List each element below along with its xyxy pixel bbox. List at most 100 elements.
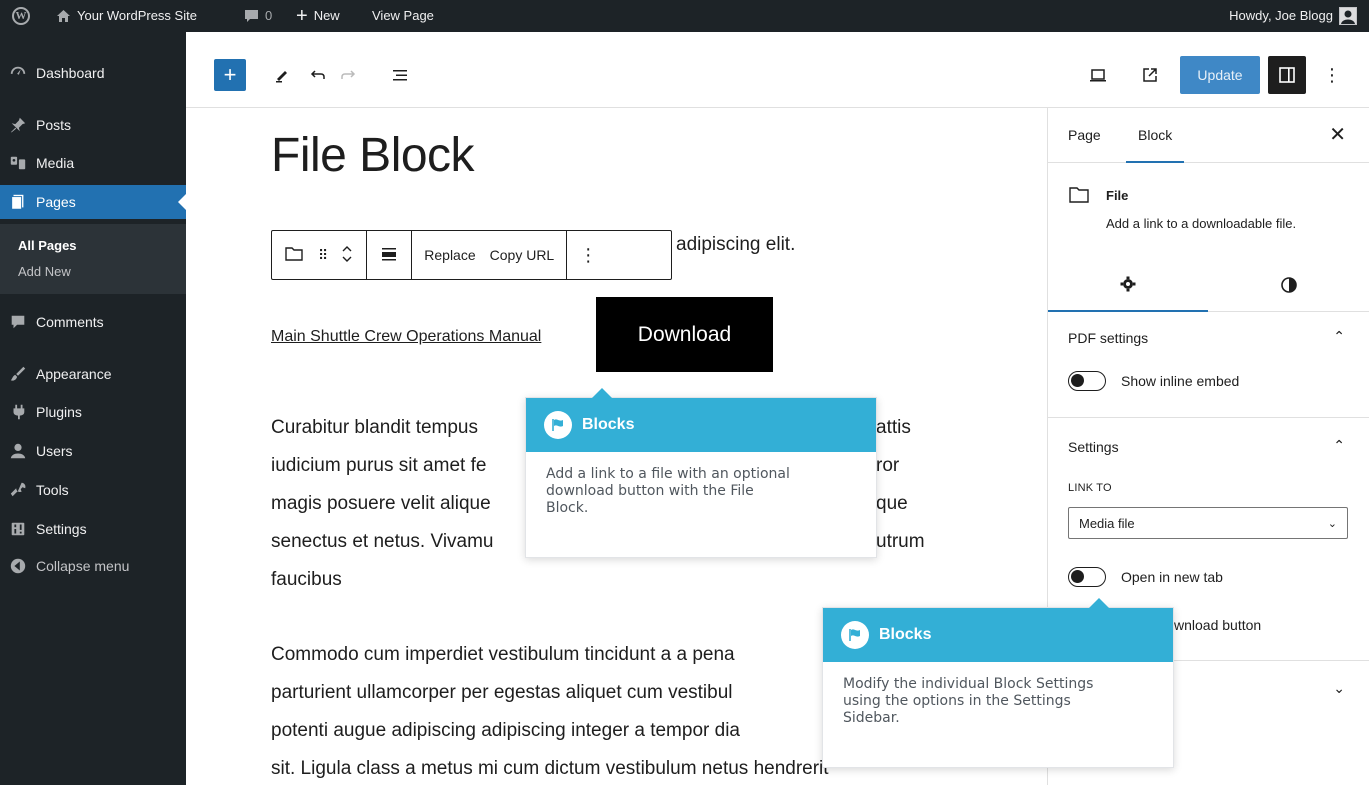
- options-menu-button[interactable]: ⋮: [1322, 61, 1342, 89]
- update-button[interactable]: Update: [1180, 56, 1260, 94]
- menu-item-tools[interactable]: Tools: [0, 473, 186, 507]
- paragraph-line[interactable]: iudicium purus sit amet fe: [271, 447, 486, 485]
- menu-label-appearance: Appearance: [36, 366, 112, 382]
- view-page-link[interactable]: View Page: [372, 0, 434, 32]
- pages-icon: [0, 193, 36, 211]
- new-content-link[interactable]: + New: [296, 0, 340, 32]
- paragraph-line[interactable]: parturient ullamcorper per egestas aliqu…: [271, 674, 733, 712]
- paragraph-line-end[interactable]: utrum: [876, 523, 925, 561]
- menu-item-users[interactable]: Users: [0, 434, 186, 468]
- download-button[interactable]: Download: [596, 297, 773, 372]
- menu-item-settings[interactable]: Settings: [0, 512, 186, 546]
- list-view-icon: [393, 70, 407, 81]
- comments-link[interactable]: 0: [244, 0, 272, 32]
- menu-item-dashboard[interactable]: Dashboard: [0, 56, 186, 90]
- sidebar-icon: [1279, 67, 1295, 83]
- close-icon[interactable]: ✕: [1329, 108, 1346, 163]
- link-to-label: LINK TO: [1068, 482, 1112, 494]
- plus-icon: +: [223, 62, 237, 87]
- align-icon[interactable]: [379, 246, 399, 265]
- paragraph-tail[interactable]: adipiscing elit.: [676, 226, 795, 264]
- brush-icon: [0, 365, 36, 383]
- submenu-add-new[interactable]: Add New: [18, 264, 71, 279]
- copy-url-button[interactable]: Copy URL: [490, 247, 555, 263]
- paragraph-line[interactable]: magis posuere velit alique: [271, 485, 491, 523]
- chevron-up-icon[interactable]: ⌃: [1333, 437, 1345, 454]
- paragraph-line[interactable]: Commodo cum imperdiet vestibulum tincidu…: [271, 636, 735, 674]
- block-toolbar-group-actions: Replace Copy URL: [412, 231, 568, 279]
- open-in-new-tab-toggle[interactable]: [1068, 567, 1106, 587]
- home-icon: [56, 9, 71, 23]
- folder-icon: [1068, 186, 1090, 209]
- tooltip-header: Blocks: [526, 398, 876, 452]
- menu-label-settings: Settings: [36, 521, 87, 537]
- paragraph-line[interactable]: sit. Ligula class a metus mi cum dictum …: [271, 750, 829, 785]
- tab-settings[interactable]: [1048, 258, 1208, 312]
- view-page-label: View Page: [372, 8, 434, 23]
- panel-title-settings[interactable]: Settings: [1068, 439, 1119, 455]
- paragraph-line-end[interactable]: que: [876, 485, 908, 523]
- list-view-button[interactable]: [386, 61, 414, 89]
- folder-icon[interactable]: [284, 246, 304, 265]
- chevron-up-icon[interactable]: ⌃: [1333, 328, 1345, 345]
- menu-item-posts[interactable]: Posts: [0, 108, 186, 142]
- admin-bar: W Your WordPress Site 0 + New View Page …: [0, 0, 1369, 32]
- users-icon: [0, 442, 36, 460]
- move-up-down-icon[interactable]: [340, 242, 354, 269]
- settings-sidebar-toggle[interactable]: [1268, 56, 1306, 94]
- menu-item-pages[interactable]: Pages: [0, 185, 186, 219]
- submenu-all-pages[interactable]: All Pages: [18, 238, 77, 253]
- chevron-down-icon[interactable]: ⌄: [1333, 680, 1345, 697]
- paragraph-line[interactable]: Curabitur blandit tempus: [271, 409, 478, 447]
- menu-label-dashboard: Dashboard: [36, 65, 105, 81]
- redo-button[interactable]: [334, 61, 362, 89]
- show-inline-embed-label: Show inline embed: [1121, 373, 1240, 389]
- drag-handle-icon[interactable]: ⠿: [318, 247, 328, 264]
- collapse-icon: [0, 557, 36, 575]
- chevron-down-icon: ⌄: [1327, 517, 1337, 530]
- menu-item-appearance[interactable]: Appearance: [0, 357, 186, 391]
- my-account-link[interactable]: Howdy, Joe Blogg: [1229, 0, 1357, 32]
- flag-icon: [841, 621, 869, 649]
- menu-label-comments: Comments: [36, 314, 104, 330]
- tooltip-body: Add a link to a file with an optional do…: [546, 466, 790, 516]
- undo-button[interactable]: [304, 61, 332, 89]
- paragraph-line[interactable]: senectus et netus. Vivamu: [271, 523, 494, 561]
- menu-item-comments[interactable]: Comments: [0, 305, 186, 339]
- replace-button[interactable]: Replace: [424, 247, 475, 263]
- editor-header: + Update ⋮: [186, 32, 1369, 108]
- file-link[interactable]: Main Shuttle Crew Operations Manual: [271, 328, 541, 346]
- paragraph-line-end[interactable]: attis: [876, 409, 911, 447]
- plus-icon: +: [296, 5, 308, 27]
- menu-item-media[interactable]: Media: [0, 146, 186, 180]
- block-toolbar-group-type: ⠿: [272, 231, 368, 279]
- wordpress-logo-icon[interactable]: W: [12, 0, 30, 32]
- menu-item-plugins[interactable]: Plugins: [0, 395, 186, 429]
- more-vertical-icon[interactable]: ⋮: [579, 245, 597, 266]
- sidebar-tabs: Page Block ✕: [1048, 108, 1369, 163]
- tab-styles[interactable]: [1209, 258, 1369, 312]
- view-post-button[interactable]: [1136, 61, 1164, 89]
- tab-block[interactable]: Block: [1126, 108, 1185, 163]
- tab-page[interactable]: Page: [1068, 108, 1101, 163]
- site-name-link[interactable]: Your WordPress Site: [56, 0, 197, 32]
- panel-title-pdf-settings[interactable]: PDF settings: [1068, 330, 1148, 346]
- external-link-icon: [1143, 68, 1157, 82]
- paragraph-line[interactable]: potenti augue adipiscing adipiscing inte…: [271, 712, 740, 750]
- tools-button[interactable]: [268, 61, 296, 89]
- paragraph-line-end[interactable]: ror: [876, 447, 899, 485]
- pencil-icon: [276, 71, 287, 83]
- menu-item-collapse[interactable]: Collapse menu: [0, 549, 186, 583]
- paragraph-line[interactable]: faucibus: [271, 561, 342, 599]
- greeting: Howdy, Joe Blogg: [1229, 8, 1333, 23]
- link-to-value: Media file: [1079, 515, 1135, 531]
- show-inline-embed-toggle[interactable]: [1068, 371, 1106, 391]
- preview-button[interactable]: [1084, 61, 1112, 89]
- desktop-icon: [1090, 69, 1106, 82]
- show-download-button-label: wnload button: [1174, 617, 1262, 633]
- menu-label-collapse: Collapse menu: [36, 558, 130, 574]
- link-to-select[interactable]: Media file ⌄: [1068, 507, 1348, 539]
- block-inserter-button[interactable]: +: [214, 59, 246, 91]
- tooltip-title: Blocks: [879, 626, 932, 643]
- page-title[interactable]: File Block: [271, 128, 475, 183]
